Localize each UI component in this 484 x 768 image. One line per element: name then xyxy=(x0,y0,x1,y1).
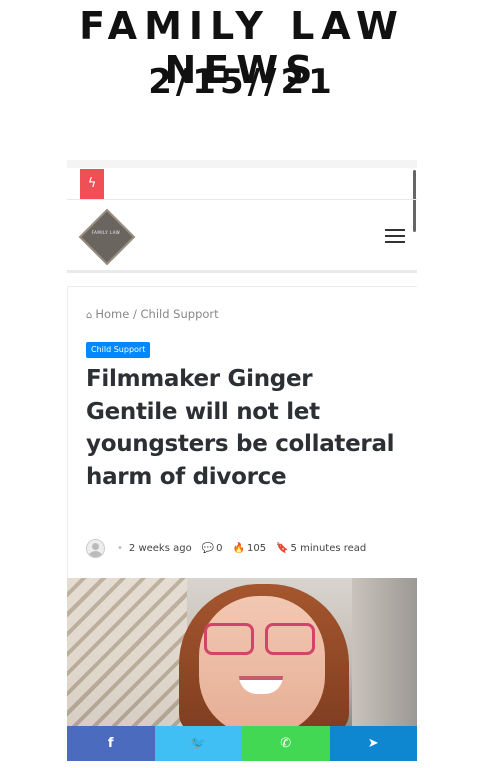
breadcrumb-current[interactable]: Child Support xyxy=(141,307,219,321)
scrollbar[interactable] xyxy=(413,170,416,232)
whatsapp-icon: ✆ xyxy=(280,736,292,751)
telegram-share-button[interactable]: ➤ xyxy=(329,726,417,761)
views-count: 🔥 105 xyxy=(232,542,267,554)
read-time: 🔖 5 minutes read xyxy=(276,542,367,554)
telegram-icon: ➤ xyxy=(367,736,379,751)
breadcrumb-separator: / xyxy=(132,307,137,321)
page-date: 2/15//21 xyxy=(148,62,336,102)
divider xyxy=(67,270,417,273)
top-strip xyxy=(67,160,417,168)
lightning-icon[interactable]: ϟ xyxy=(80,169,104,199)
share-bar: f 🐦 ✆ ➤ xyxy=(67,726,417,761)
phone-screenshot: ϟ FAMILY LAW ⌂ Home / Child Support Child… xyxy=(67,160,417,765)
site-logo[interactable] xyxy=(78,208,136,266)
flame-icon: 🔥 xyxy=(232,542,245,554)
category-badge[interactable]: Child Support xyxy=(86,342,151,358)
article-title: Filmmaker Ginger Gentile will not let yo… xyxy=(86,366,395,490)
facebook-share-button[interactable]: f xyxy=(67,726,155,761)
hamburger-menu-icon[interactable] xyxy=(385,229,405,247)
author-avatar[interactable] xyxy=(86,538,105,558)
bookmark-icon: 🔖 xyxy=(276,542,289,554)
article-meta: • 2 weeks ago 💬 0 🔥 105 🔖 5 minutes read xyxy=(86,538,416,558)
comments-count[interactable]: 💬 0 xyxy=(202,543,223,554)
comment-icon: 💬 xyxy=(201,542,215,554)
logo-text: FAMILY LAW xyxy=(91,230,121,235)
card-border xyxy=(67,286,417,287)
meta-dot: • xyxy=(117,542,123,554)
divider xyxy=(67,199,417,200)
facebook-icon: f xyxy=(107,736,114,751)
twitter-icon: 🐦 xyxy=(190,736,207,751)
breadcrumb: ⌂ Home / Child Support xyxy=(86,307,219,321)
twitter-share-button[interactable]: 🐦 xyxy=(154,726,242,761)
post-date: 2 weeks ago xyxy=(128,542,192,554)
breadcrumb-home[interactable]: Home xyxy=(95,307,129,321)
home-icon: ⌂ xyxy=(86,310,93,321)
whatsapp-share-button[interactable]: ✆ xyxy=(242,726,330,761)
article-image xyxy=(67,578,417,728)
